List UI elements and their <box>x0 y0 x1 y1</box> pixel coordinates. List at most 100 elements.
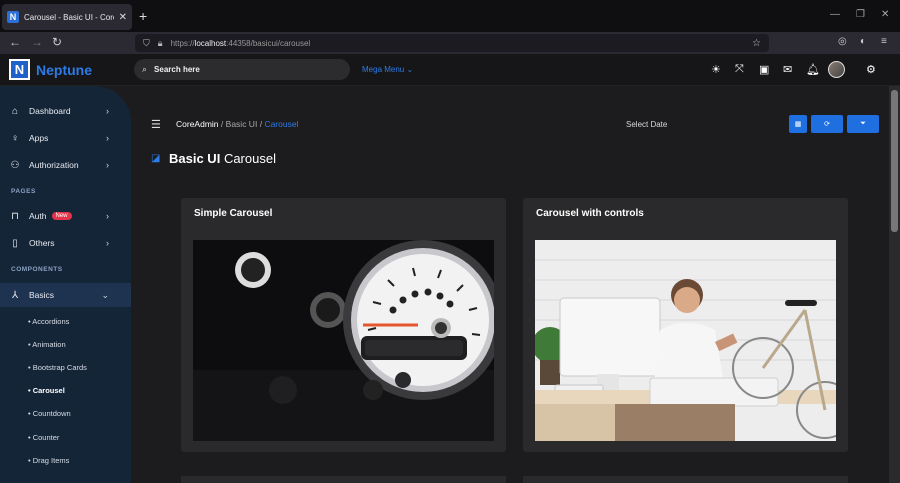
hamburger-menu-icon[interactable]: ≡ <box>881 36 887 47</box>
sidebar-item-label: Others <box>29 238 55 248</box>
sidebar-item-label: Auth <box>29 211 47 221</box>
breadcrumb-section[interactable]: Basic UI <box>226 119 258 129</box>
sidebar-subitem-drag-items[interactable]: • Drag Items <box>28 456 69 465</box>
lock-icon: ⊓ <box>11 210 19 222</box>
card-title: Carousel with controls <box>536 208 644 219</box>
logo-icon: N <box>9 59 30 80</box>
browser-tab-strip: N Carousel - Basic UI - CoreAdmin ✕ + — … <box>0 0 900 32</box>
brand-name: Neptune <box>36 62 92 78</box>
chevron-down-icon: ⌄ <box>101 289 109 300</box>
mega-menu-button[interactable]: Mega Menu ⌄ <box>362 65 413 74</box>
breadcrumb-current: Carousel <box>264 119 299 129</box>
language-icon[interactable]: ▣ <box>759 63 769 76</box>
chevron-right-icon: › <box>106 211 109 221</box>
sidebar-item-label: Authorization <box>29 160 79 170</box>
sidebar-item-apps[interactable]: ♀ Apps › <box>0 126 131 150</box>
window-close-icon[interactable]: ✕ <box>881 9 889 20</box>
sidebar-item-authorization[interactable]: ⚇ Authorization › <box>0 153 131 177</box>
page-title: Basic UI Carousel <box>169 151 276 166</box>
new-tab-button[interactable]: + <box>139 8 147 24</box>
sidebar-item-label: Dashboard <box>29 106 71 116</box>
mail-icon[interactable]: ✉ <box>783 63 792 76</box>
pocket-icon[interactable]: ◎ <box>838 36 847 47</box>
filter-icon: ⏷ <box>860 120 866 127</box>
breadcrumb-root[interactable]: CoreAdmin <box>176 119 219 129</box>
sidebar-subitem-counter[interactable]: • Counter <box>28 433 59 442</box>
sidebar-subitem-countdown[interactable]: • Countdown <box>28 409 71 418</box>
minimize-icon[interactable]: — <box>830 9 840 20</box>
sidebar-item-others[interactable]: ▯ Others › <box>0 231 131 255</box>
extension-shield-icon[interactable]: ◐ <box>860 36 866 47</box>
users-icon: ⚇ <box>10 159 20 171</box>
search-icon: ⌕ <box>142 64 148 74</box>
compass-icon: ⅄ <box>11 289 19 301</box>
select-date[interactable]: Select Date <box>626 120 667 129</box>
theme-sun-icon[interactable]: ☀ <box>711 63 721 76</box>
breadcrumb-separator: / <box>259 119 263 129</box>
breadcrumb-separator: / <box>220 119 224 129</box>
close-icon[interactable]: ✕ <box>119 12 127 23</box>
card-carousel-with-controls: Carousel with controls <box>523 198 848 452</box>
card-next-row-edge <box>181 476 506 483</box>
speedometer-image <box>193 240 494 441</box>
carousel-image-dashboard[interactable] <box>193 240 494 441</box>
sidebar-toggle-icon[interactable]: ☰ <box>151 118 161 131</box>
document-icon: ▯ <box>12 237 18 249</box>
sidebar-item-auth[interactable]: ⊓ Auth New › <box>0 204 131 228</box>
app-header: N Neptune ⌕ Search here Mega Menu ⌄ ☀ ⤧ … <box>0 54 900 86</box>
tab-title: Carousel - Basic UI - CoreAdmin <box>24 12 114 22</box>
back-icon[interactable]: ← <box>9 35 21 49</box>
url-bar[interactable]: ⛉ 🔒︎ https://localhost:44358/basicui/car… <box>135 34 769 52</box>
chevron-right-icon: › <box>106 238 109 248</box>
browser-tab[interactable]: N Carousel - Basic UI - CoreAdmin ✕ <box>2 4 132 30</box>
sidebar-subitem-animation[interactable]: • Animation <box>28 340 66 349</box>
scrollbar-thumb[interactable] <box>891 90 898 232</box>
section-pages: PAGES <box>11 188 36 195</box>
search-input[interactable]: ⌕ Search here <box>134 59 350 80</box>
shield-icon: ⛉ <box>143 37 150 48</box>
section-components: COMPONENTS <box>11 266 63 273</box>
lightbulb-icon: ♀ <box>11 132 19 144</box>
forward-icon[interactable]: → <box>31 35 43 49</box>
mega-menu-label: Mega Menu <box>362 65 405 74</box>
office-photo-image <box>535 240 836 441</box>
card-simple-carousel: Simple Carousel <box>181 198 506 452</box>
sidebar-item-label: Apps <box>29 133 49 143</box>
browser-nav-bar: ← → ↻ ⛉ 🔒︎ https://localhost:44358/basic… <box>0 32 900 54</box>
reload-icon[interactable]: ↻ <box>52 35 62 49</box>
chevron-right-icon: › <box>106 133 109 143</box>
calendar-icon: ▦ <box>794 121 802 128</box>
chevron-down-icon: ⌄ <box>406 65 414 74</box>
refresh-icon: ⟳ <box>824 121 830 128</box>
refresh-button[interactable]: ⟳ <box>811 115 843 133</box>
lock-icon: 🔒︎ <box>157 37 163 48</box>
home-icon: ⌂ <box>11 105 19 117</box>
filter-button[interactable]: ⏷ <box>847 115 879 133</box>
carousel-image-office[interactable] <box>535 240 836 441</box>
url-text: https://localhost:44358/basicui/carousel <box>170 38 311 48</box>
notification-bell-icon[interactable]: 🔔︎ <box>806 63 820 76</box>
favicon-icon: N <box>7 11 19 23</box>
sidebar-item-basics[interactable]: ⅄ Basics ⌄ <box>0 283 131 307</box>
bookmark-star-icon[interactable]: ☆ <box>752 38 761 49</box>
breadcrumb: CoreAdmin / Basic UI / Carousel <box>176 119 298 129</box>
fullscreen-icon[interactable]: ⤧ <box>735 63 744 76</box>
restore-icon[interactable]: ❐ <box>856 9 865 20</box>
chevron-right-icon: › <box>106 160 109 170</box>
calendar-button[interactable]: ▦ <box>789 115 807 133</box>
new-badge: New <box>51 212 72 220</box>
sidebar-subitem-accordions[interactable]: • Accordions <box>28 317 69 326</box>
card-next-row-edge <box>523 476 848 483</box>
chart-icon: ◪ <box>151 153 161 164</box>
sidebar-item-dashboard[interactable]: ⌂ Dashboard › <box>0 99 131 123</box>
avatar[interactable] <box>828 61 845 78</box>
sidebar-item-label: Basics <box>29 290 55 300</box>
chevron-right-icon: › <box>106 106 109 116</box>
scrollbar[interactable] <box>889 86 900 483</box>
search-placeholder: Search here <box>154 65 200 74</box>
sidebar: ⌂ Dashboard › ♀ Apps › ⚇ Authorization ›… <box>0 86 131 483</box>
sidebar-subitem-bootstrap-cards[interactable]: • Bootstrap Cards <box>28 363 87 372</box>
settings-sliders-icon[interactable]: ⚙ <box>866 63 876 76</box>
sidebar-subitem-carousel[interactable]: • Carousel <box>28 386 65 395</box>
card-title: Simple Carousel <box>194 208 273 219</box>
